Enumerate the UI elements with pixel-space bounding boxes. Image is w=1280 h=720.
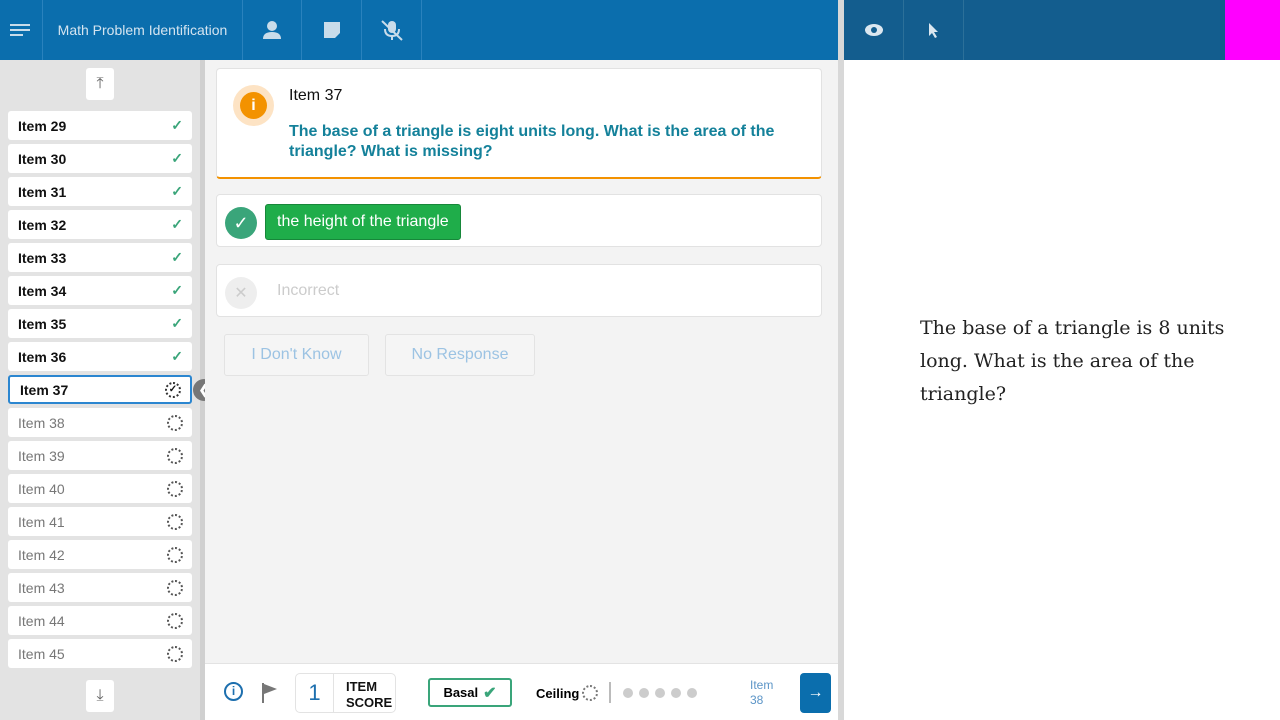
pending-icon	[582, 685, 599, 701]
next-item-label: Item	[750, 678, 774, 692]
check-icon: ✓	[171, 150, 183, 166]
check-icon: ✓	[171, 348, 183, 364]
note-icon[interactable]	[302, 0, 362, 60]
sidebar-item-label: Item 43	[18, 579, 65, 596]
sidebar-item-label: Item 38	[18, 414, 65, 431]
check-icon: ✓	[171, 249, 183, 265]
header: Math Problem Identification	[0, 0, 838, 60]
sidebar-item-label: Item 42	[18, 546, 65, 563]
check-icon: ✓	[171, 216, 183, 232]
ceiling-status: Ceiling	[536, 685, 599, 701]
next-item-number: 38	[750, 693, 764, 707]
score-value: 1	[296, 674, 334, 712]
sidebar-item[interactable]: Item 33 ✓	[8, 243, 192, 272]
sidebar-item[interactable]: Item 36 ✓	[8, 342, 192, 371]
x-circle-icon: ✕	[225, 277, 257, 309]
sidebar-item[interactable]: Item 34 ✓	[8, 276, 192, 305]
score-label: SCORE	[346, 695, 393, 710]
sidebar-item-label: Item 45	[18, 645, 65, 662]
sidebar-item-label: Item 41	[18, 513, 65, 530]
scroll-bottom-button[interactable]: ⤓	[86, 680, 114, 712]
sidebar-item-label: Item 29	[18, 117, 67, 134]
pending-icon	[167, 447, 183, 464]
stimulus-text: The base of a triangle is 8 units long. …	[920, 317, 1225, 405]
sidebar-item[interactable]: Item 38	[8, 408, 192, 437]
sidebar-item[interactable]: Item 39	[8, 441, 192, 470]
dont-know-button[interactable]: I Don't Know	[224, 334, 369, 376]
info-icon[interactable]: i	[224, 682, 243, 701]
question-card: i Item 37 The base of a triangle is eigh…	[216, 68, 822, 179]
sidebar-item-label: Item 37	[20, 381, 69, 398]
stimulus-header	[844, 0, 1225, 60]
check-icon: ✓	[171, 315, 183, 331]
sidebar-item[interactable]: Item 41	[8, 507, 192, 536]
incorrect-answer-row[interactable]: ✕ Incorrect	[216, 264, 822, 317]
flag-icon[interactable]	[261, 682, 279, 704]
eye-icon[interactable]	[844, 0, 904, 60]
pending-icon	[167, 480, 183, 497]
info-icon: i	[233, 85, 274, 126]
pending-icon	[167, 579, 183, 596]
menu-icon[interactable]	[0, 0, 43, 60]
incorrect-label: Incorrect	[277, 282, 340, 299]
sidebar-item[interactable]: Item 43	[8, 573, 192, 602]
question-title: Item 37	[289, 87, 343, 104]
pending-icon	[167, 645, 183, 662]
sidebar-item[interactable]: Item 29 ✓	[8, 111, 192, 140]
check-icon: ✔	[483, 684, 497, 702]
pending-icon	[167, 546, 183, 563]
sidebar-item[interactable]: Item 30 ✓	[8, 144, 192, 173]
sidebar-item-label: Item 32	[18, 216, 67, 233]
sidebar-item-label: Item 40	[18, 480, 65, 497]
sidebar-item-label: Item 31	[18, 183, 67, 200]
progress-dots	[623, 688, 697, 698]
check-icon: ✓	[171, 117, 183, 133]
scroll-top-button[interactable]: ⤒	[86, 68, 114, 100]
item-score: 1 ITEM SCORE	[295, 673, 396, 713]
pending-icon	[167, 612, 183, 629]
sidebar-item[interactable]: Item 40	[8, 474, 192, 503]
in-progress-icon: ✓	[165, 381, 181, 398]
basal-label: Basal	[443, 685, 479, 700]
sidebar-item-label: Item 39	[18, 447, 65, 464]
sidebar-item-label: Item 33	[18, 249, 67, 266]
basal-badge: Basal ✔	[428, 678, 512, 707]
sidebar-item[interactable]: Item 32 ✓	[8, 210, 192, 239]
pending-icon	[167, 414, 183, 431]
sidebar-item[interactable]: Item 44	[8, 606, 192, 635]
check-circle-icon: ✓	[225, 207, 257, 239]
person-icon[interactable]	[243, 0, 302, 60]
correct-answer-chip[interactable]: the height of the triangle	[265, 204, 461, 240]
sidebar-item[interactable]: Item 37 ✓	[8, 375, 192, 404]
check-icon: ✓	[171, 282, 183, 298]
pending-icon	[167, 513, 183, 530]
check-icon: ✓	[171, 183, 183, 199]
question-text: The base of a triangle is eight units lo…	[289, 123, 775, 160]
footer-bar: i 1 ITEM SCORE Basal ✔ Ceiling Item 38 →	[205, 663, 838, 720]
mic-off-icon[interactable]	[362, 0, 422, 60]
color-marker	[1225, 0, 1280, 60]
app-title: Math Problem Identification	[43, 0, 243, 60]
no-response-button[interactable]: No Response	[385, 334, 535, 376]
sidebar-item[interactable]: Item 42	[8, 540, 192, 569]
pointer-icon[interactable]	[904, 0, 964, 60]
next-item-button[interactable]: →	[800, 673, 831, 713]
panel-divider[interactable]	[838, 0, 844, 720]
score-label: ITEM	[346, 679, 378, 694]
sidebar-item-label: Item 36	[18, 348, 67, 365]
sidebar-item[interactable]: Item 31 ✓	[8, 177, 192, 206]
sidebar-item-label: Item 34	[18, 282, 67, 299]
sidebar-item[interactable]: Item 35 ✓	[8, 309, 192, 338]
sidebar-item[interactable]: Item 45	[8, 639, 192, 668]
correct-answer-row[interactable]: ✓ the height of the triangle	[216, 194, 822, 247]
ceiling-label: Ceiling	[536, 685, 580, 701]
sidebar-item-label: Item 44	[18, 612, 65, 629]
sidebar-item-label: Item 35	[18, 315, 67, 332]
sidebar-item-label: Item 30	[18, 150, 67, 167]
